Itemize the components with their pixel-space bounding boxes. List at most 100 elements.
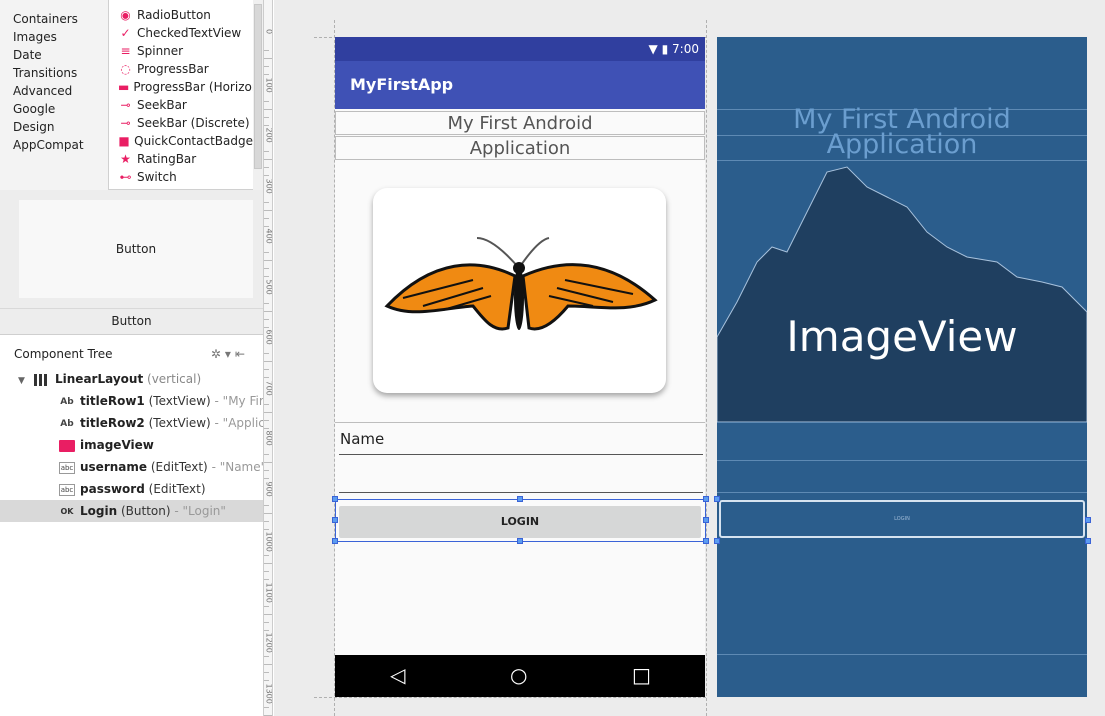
radio-button-icon: ◉ [120, 8, 131, 22]
ruler-tick [264, 629, 269, 631]
selection-outline [335, 499, 706, 542]
ruler-tick [264, 225, 269, 227]
blueprint-view[interactable]: My First Android Application ImageView L… [717, 37, 1087, 697]
tree-item-name: titleRow1 [80, 394, 145, 408]
password-field[interactable] [339, 461, 703, 493]
image-icon [59, 439, 75, 452]
palette-widget[interactable]: ★ RatingBar [110, 150, 253, 168]
resize-handle[interactable] [1085, 538, 1091, 544]
palette-widget[interactable]: ✓ CheckedTextView [110, 24, 253, 42]
progress-circle-icon: ◌ [120, 62, 131, 76]
switch-icon: ⊷ [119, 170, 132, 184]
palette-widget-label: Switch [137, 170, 177, 184]
battery-icon: ▮ [661, 42, 669, 56]
blueprint-login-button[interactable]: LOGIN [719, 500, 1085, 538]
palette-category[interactable]: Containers [0, 10, 108, 28]
resize-handle[interactable] [714, 496, 720, 502]
palette-widget-label: CheckedTextView [137, 26, 242, 40]
home-icon[interactable]: ○ [510, 663, 527, 687]
ruler-tick [264, 353, 269, 354]
ruler-tick [264, 621, 269, 623]
blueprint-image-view[interactable]: ImageView [717, 162, 1087, 422]
guide-line [706, 20, 707, 716]
resize-handle[interactable] [332, 538, 338, 544]
tree-item-name: titleRow2 [80, 416, 145, 430]
resize-handle[interactable] [332, 496, 338, 502]
palette-widget[interactable]: ■ QuickContactBadge [110, 132, 253, 150]
tree-item-type: (vertical) [147, 372, 202, 386]
blueprint-title-row2[interactable]: Application [717, 131, 1087, 158]
gear-icon[interactable]: ✲▾ [211, 347, 235, 361]
resize-handle[interactable] [703, 496, 709, 502]
ruler-label: 100 [264, 77, 273, 93]
resize-handle[interactable] [517, 538, 523, 544]
tree-item-hint: - "Login" [174, 504, 226, 518]
palette-category[interactable]: Images [0, 28, 108, 46]
palette-widget[interactable]: ⊸ SeekBar (Discrete) [110, 114, 253, 132]
ruler-tick [264, 318, 269, 320]
tree-item[interactable]: abc username (EditText) - "Name" [0, 456, 263, 478]
butterfly-image [384, 237, 658, 331]
design-view[interactable]: ▼ ▮ 7:00 MyFirstApp My First Android App… [335, 37, 705, 697]
wifi-icon: ▼ [648, 42, 658, 56]
palette-category[interactable]: Google [0, 100, 108, 118]
palette-category[interactable]: Date [0, 46, 108, 64]
palette-widget[interactable]: ⊷ Switch [110, 168, 253, 186]
tree-item[interactable]: ▼ LinearLayout (vertical) [0, 368, 263, 390]
ruler-tick [264, 579, 269, 580]
ruler-tick [264, 672, 269, 673]
ruler-tick [264, 276, 269, 277]
expand-arrow-icon[interactable]: ▼ [18, 370, 34, 390]
palette-scrollbar[interactable] [253, 0, 263, 190]
ruler-tick [264, 411, 272, 413]
palette-widget-label: QuickContactBadge [134, 134, 253, 148]
palette-widget[interactable]: ▬ ProgressBar (Horizont [110, 78, 253, 96]
scrollbar-thumb[interactable] [254, 4, 262, 169]
palette-category[interactable]: AppCompat [0, 136, 108, 154]
palette-widget[interactable]: ◌ ProgressBar [110, 60, 253, 78]
ruler-tick [264, 613, 272, 615]
resize-handle[interactable] [703, 517, 709, 523]
palette-widget[interactable]: ◉ RadioButton [110, 6, 253, 24]
resize-handle[interactable] [703, 538, 709, 544]
ruler-label: 1200 [264, 632, 273, 653]
resize-handle[interactable] [517, 496, 523, 502]
navigation-bar: ◁ ○ □ [335, 655, 705, 697]
ruler-tick [264, 326, 269, 328]
palette-category[interactable]: Advanced [0, 82, 108, 100]
recents-icon[interactable]: □ [632, 663, 651, 687]
palette-widget-label: ProgressBar [137, 62, 209, 76]
ruler-tick [264, 108, 272, 110]
palette-categories: Containers Images Date Transitions Advanced G… [0, 0, 109, 190]
tree-item[interactable]: imageView [0, 434, 263, 456]
title-row2[interactable]: Application [335, 136, 705, 160]
resize-handle[interactable] [1085, 517, 1091, 523]
username-field[interactable]: Name [339, 430, 703, 455]
palette-category[interactable]: Design [0, 118, 108, 136]
ruler-tick [264, 151, 269, 152]
palette-widget[interactable]: ≡ Spinner [110, 42, 253, 60]
resize-handle[interactable] [714, 538, 720, 544]
ruler-tick [264, 504, 269, 506]
back-icon[interactable]: ◁ [390, 663, 405, 687]
guide-line [314, 697, 706, 698]
ruler-label: 900 [264, 481, 273, 497]
tree-item[interactable]: abc password (EditText) [0, 478, 263, 500]
tree-item[interactable]: Ab titleRow2 (TextView) - "Applicatio [0, 412, 263, 434]
image-view[interactable] [373, 188, 666, 393]
resize-handle[interactable] [332, 517, 338, 523]
ruler-label: 700 [264, 380, 273, 396]
preview-caption: Button [111, 314, 152, 328]
palette-widgets: ◉ RadioButton ✓ CheckedTextView ≡ Spinner ◌ Pro… [110, 0, 253, 190]
palette-widget[interactable]: ⊸ SeekBar [110, 96, 253, 114]
title-row1[interactable]: My First Android [335, 111, 705, 135]
palette-category[interactable]: Transitions [0, 64, 108, 82]
tree-item[interactable]: OK Login (Button) - "Login" [0, 500, 263, 522]
widget-preview-panel: Button Button [0, 190, 263, 335]
tree-item-name: password [80, 482, 145, 496]
ruler-label: 800 [264, 430, 273, 446]
collapse-icon[interactable]: ⇤ [235, 347, 249, 361]
ruler-label: 200 [264, 127, 273, 143]
tree-item[interactable]: Ab titleRow1 (TextView) - "My First Ar [0, 390, 263, 412]
ruler-tick [264, 66, 269, 67]
